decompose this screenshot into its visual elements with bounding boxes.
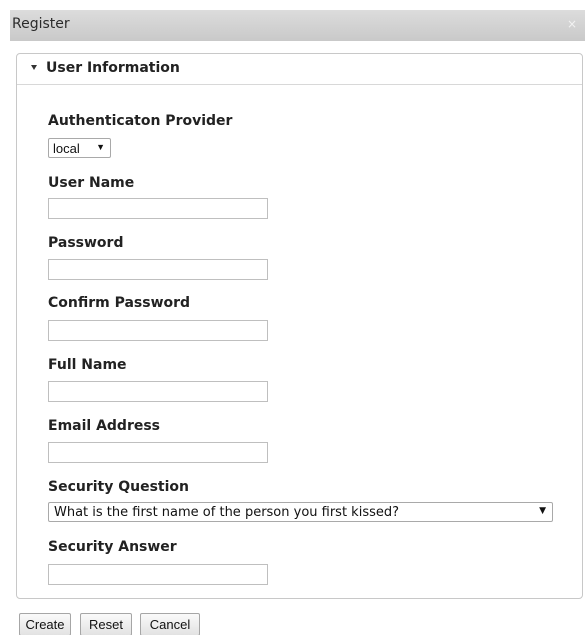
username-input[interactable] bbox=[48, 198, 268, 219]
full-name-input[interactable] bbox=[48, 381, 268, 402]
reset-button[interactable]: Reset bbox=[80, 613, 132, 635]
security-answer-label: Security Answer bbox=[48, 539, 177, 555]
password-label: Password bbox=[48, 235, 124, 251]
confirm-password-label: Confirm Password bbox=[48, 295, 191, 311]
dropdown-arrow-icon: ▼ bbox=[96, 142, 105, 152]
caret-down-icon bbox=[31, 65, 37, 70]
dialog-titlebar: Register × bbox=[10, 10, 585, 41]
password-input[interactable] bbox=[48, 259, 268, 280]
close-icon[interactable]: × bbox=[567, 17, 577, 31]
auth-provider-select[interactable]: local ▼ bbox=[48, 138, 111, 158]
email-input[interactable] bbox=[48, 442, 268, 463]
security-question-label: Security Question bbox=[48, 479, 190, 495]
auth-provider-value: local bbox=[53, 141, 80, 156]
dialog-title: Register bbox=[12, 16, 70, 32]
security-question-value: What is the first name of the person you… bbox=[54, 505, 400, 520]
user-information-header[interactable]: User Information bbox=[17, 54, 582, 85]
create-button[interactable]: Create bbox=[19, 613, 71, 635]
dropdown-arrow-icon: ▼ bbox=[539, 506, 546, 516]
email-label: Email Address bbox=[48, 418, 161, 434]
full-name-label: Full Name bbox=[48, 357, 127, 373]
security-answer-input[interactable] bbox=[48, 564, 268, 585]
username-label: User Name bbox=[48, 175, 135, 191]
cancel-button[interactable]: Cancel bbox=[140, 613, 200, 635]
confirm-password-input[interactable] bbox=[48, 320, 268, 341]
auth-provider-label: Authenticaton Provider bbox=[48, 113, 233, 129]
security-question-select[interactable]: What is the first name of the person you… bbox=[48, 502, 553, 522]
section-title: User Information bbox=[46, 60, 180, 76]
